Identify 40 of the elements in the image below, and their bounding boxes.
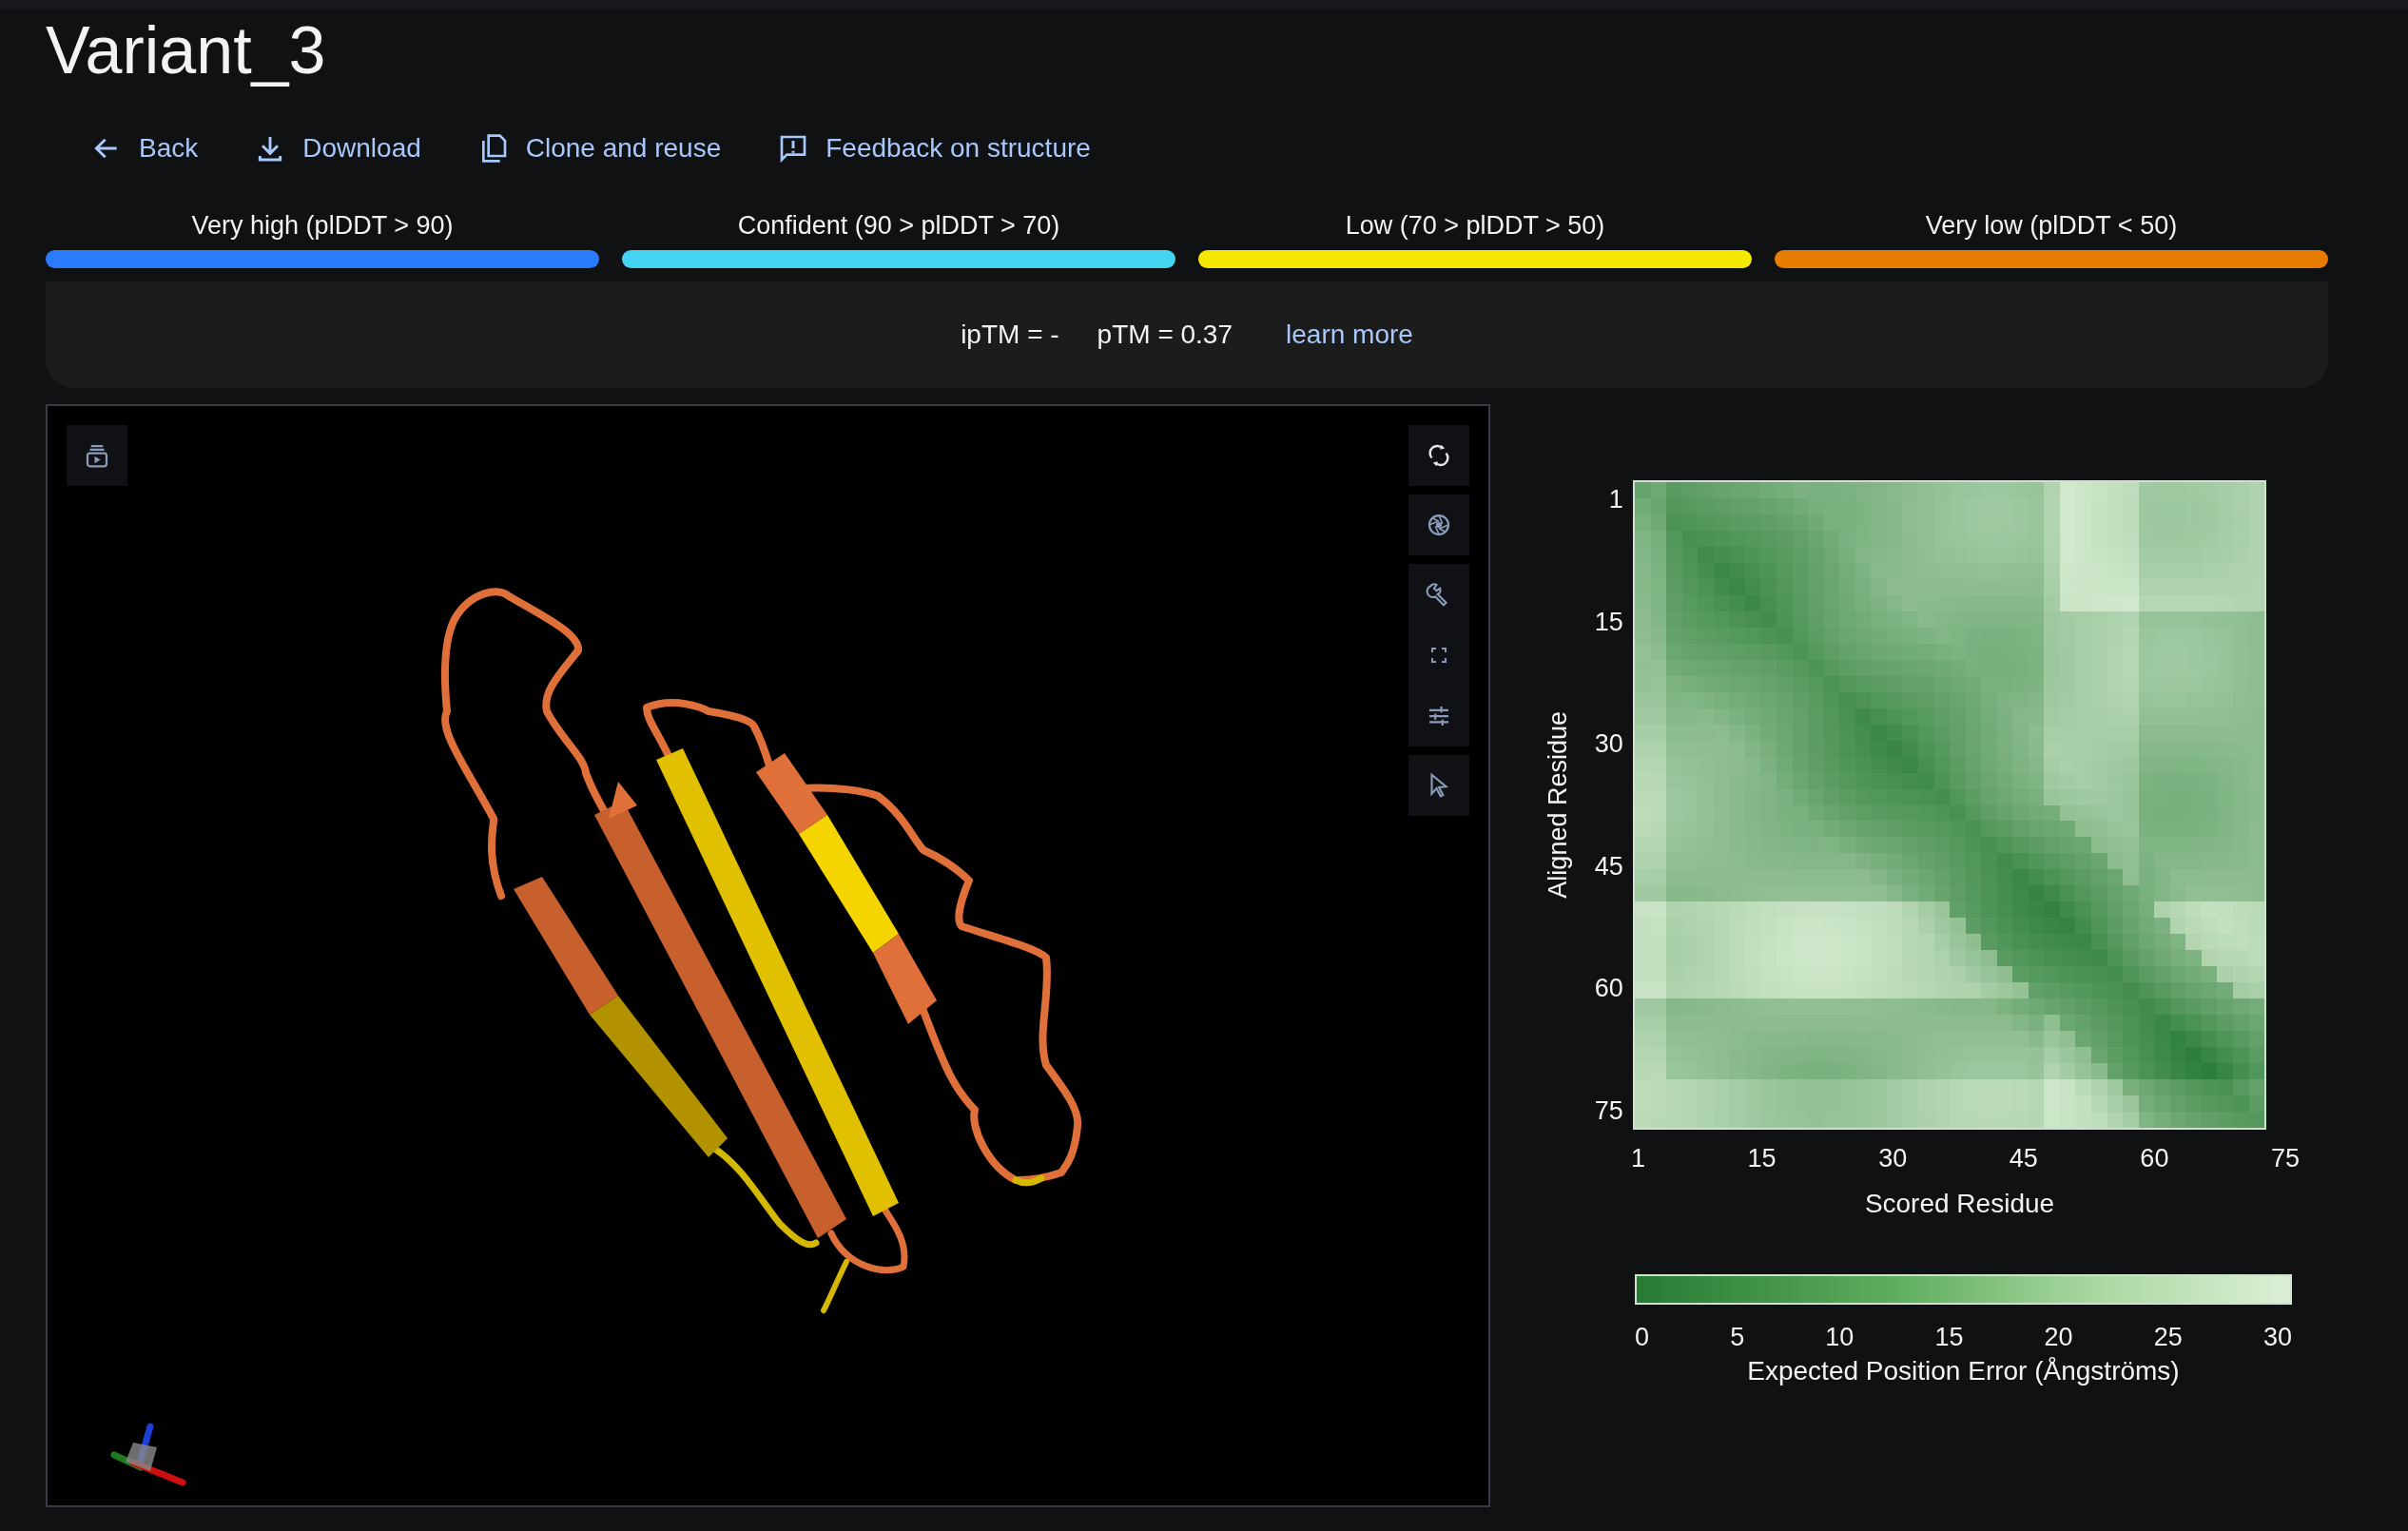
legend-label: Confident (90 > plDDT > 70) bbox=[737, 211, 1060, 241]
legend-label: Very high (plDDT > 90) bbox=[191, 211, 454, 241]
action-link[interactable]: Download bbox=[255, 129, 421, 167]
y-tick-label: 1 bbox=[1608, 484, 1623, 515]
y-tick-label: 45 bbox=[1594, 850, 1623, 882]
learn-more-link[interactable]: learn more bbox=[1286, 320, 1413, 350]
page-title: Variant_3 bbox=[46, 12, 327, 89]
y-tick-label: 75 bbox=[1594, 1095, 1623, 1127]
animation-button[interactable] bbox=[67, 425, 127, 486]
scale-tick-label: 5 bbox=[1730, 1322, 1745, 1353]
tools-button[interactable] bbox=[1408, 564, 1469, 625]
scale-tick-label: 15 bbox=[1934, 1322, 1964, 1353]
y-tick-label: 15 bbox=[1594, 606, 1623, 638]
action-link[interactable]: Clone and reuse bbox=[477, 129, 722, 167]
x-axis-label: Scored Residue bbox=[1863, 1189, 2056, 1219]
scale-label: Expected Position Error (Ångströms) bbox=[1746, 1356, 2181, 1386]
x-tick-label: 60 bbox=[2140, 1143, 2169, 1174]
settings-button[interactable] bbox=[1408, 686, 1469, 746]
spin-button[interactable] bbox=[1408, 425, 1469, 486]
ptm-score: pTM = 0.37 bbox=[1097, 320, 1233, 350]
select-button[interactable] bbox=[1408, 755, 1469, 816]
scale-tick-label: 0 bbox=[1635, 1322, 1650, 1353]
iptm-score: ipTM = - bbox=[961, 320, 1059, 350]
legend-label: Very low (plDDT < 50) bbox=[1925, 211, 2178, 241]
x-tick-label: 30 bbox=[1878, 1143, 1908, 1174]
scale-tick-label: 25 bbox=[2153, 1322, 2183, 1353]
action-link[interactable]: Feedback on structure bbox=[778, 129, 1091, 167]
legend-label: Low (70 > plDDT > 50) bbox=[1345, 211, 1605, 241]
y-axis-label: Aligned Residue bbox=[1544, 711, 1573, 899]
y-tick-label: 60 bbox=[1594, 973, 1623, 1005]
scale-tick-label: 30 bbox=[2262, 1322, 2292, 1353]
x-tick-label: 75 bbox=[2270, 1143, 2300, 1174]
scale-tick-label: 20 bbox=[2044, 1322, 2073, 1353]
snapshot-button[interactable] bbox=[1408, 494, 1469, 555]
action-link[interactable]: Back bbox=[91, 129, 199, 167]
x-tick-label: 1 bbox=[1631, 1143, 1646, 1174]
x-tick-label: 45 bbox=[2009, 1143, 2038, 1174]
scale-tick-label: 10 bbox=[1825, 1322, 1855, 1353]
x-tick-label: 15 bbox=[1747, 1143, 1777, 1174]
y-tick-label: 30 bbox=[1594, 728, 1623, 761]
